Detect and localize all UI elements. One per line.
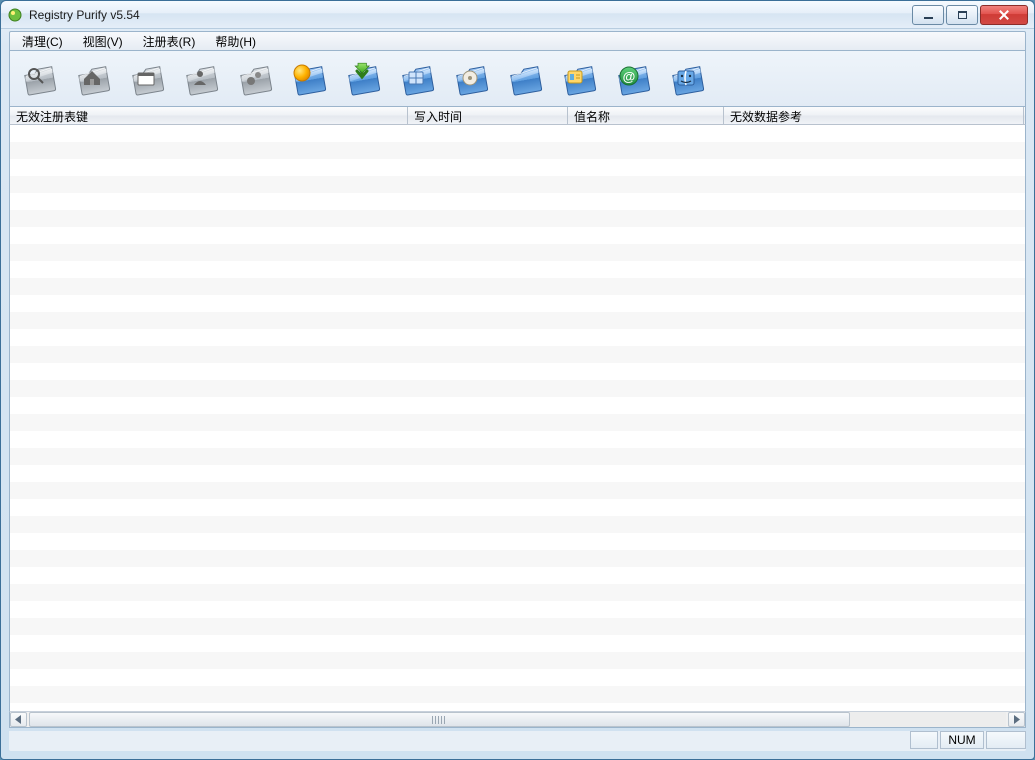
tool-new-icon[interactable] [288, 57, 332, 101]
table-row[interactable] [10, 618, 1025, 635]
table-row[interactable] [10, 227, 1025, 244]
menu-clean[interactable]: 清理(C) [12, 31, 73, 52]
table-row[interactable] [10, 601, 1025, 618]
result-list[interactable] [9, 125, 1026, 711]
scroll-track[interactable] [29, 712, 1006, 727]
column-header-invalid_key[interactable]: 无效注册表键 [10, 107, 408, 124]
window-title: Registry Purify v5.54 [29, 8, 140, 22]
tool-user-icon[interactable] [180, 57, 224, 101]
menu-help[interactable]: 帮助(H) [205, 31, 266, 52]
table-row[interactable] [10, 431, 1025, 448]
svg-text:@: @ [623, 69, 636, 84]
tool-scan-icon[interactable] [18, 57, 62, 101]
app-icon [7, 7, 23, 23]
status-bar: NUM [9, 731, 1026, 751]
window-close-button[interactable] [980, 5, 1028, 25]
table-row[interactable] [10, 686, 1025, 703]
table-row[interactable] [10, 652, 1025, 669]
column-header-write_time[interactable]: 写入时间 [408, 107, 568, 124]
table-row[interactable] [10, 635, 1025, 652]
table-row[interactable] [10, 397, 1025, 414]
window-maximize-button[interactable] [946, 5, 978, 25]
tool-email-icon[interactable]: @ [612, 57, 656, 101]
table-row[interactable] [10, 533, 1025, 550]
column-header-value_name[interactable]: 值名称 [568, 107, 724, 124]
scroll-right-button[interactable] [1008, 712, 1025, 727]
status-pane-empty [910, 731, 938, 749]
menu-view[interactable]: 视图(V) [73, 31, 133, 52]
column-header-invalid_ref[interactable]: 无效数据参考 [724, 107, 1024, 124]
table-row[interactable] [10, 346, 1025, 363]
window-minimize-button[interactable] [912, 5, 944, 25]
table-row[interactable] [10, 448, 1025, 465]
table-row[interactable] [10, 499, 1025, 516]
app-window: Registry Purify v5.54 清理(C) 视图(V) 注册表(R)… [0, 0, 1035, 760]
table-row[interactable] [10, 465, 1025, 482]
table-row[interactable] [10, 295, 1025, 312]
table-row[interactable] [10, 261, 1025, 278]
table-row[interactable] [10, 414, 1025, 431]
table-row[interactable] [10, 669, 1025, 686]
table-row[interactable] [10, 584, 1025, 601]
column-header: 无效注册表键写入时间值名称无效数据参考 [9, 107, 1026, 125]
scroll-left-button[interactable] [10, 712, 27, 727]
menu-bar: 清理(C) 视图(V) 注册表(R) 帮助(H) [9, 31, 1026, 51]
tool-folder-icon[interactable] [504, 57, 548, 101]
tool-window-icon[interactable] [396, 57, 440, 101]
table-row[interactable] [10, 278, 1025, 295]
table-row[interactable] [10, 125, 1025, 142]
table-row[interactable] [10, 516, 1025, 533]
table-row[interactable] [10, 193, 1025, 210]
tool-home-icon[interactable] [72, 57, 116, 101]
table-row[interactable] [10, 550, 1025, 567]
scroll-thumb[interactable] [29, 712, 850, 727]
horizontal-scrollbar[interactable] [9, 711, 1026, 728]
table-row[interactable] [10, 380, 1025, 397]
status-pane-grip [986, 731, 1026, 749]
table-row[interactable] [10, 567, 1025, 584]
table-row[interactable] [10, 244, 1025, 261]
table-row[interactable] [10, 159, 1025, 176]
table-row[interactable] [10, 482, 1025, 499]
table-row[interactable] [10, 210, 1025, 227]
tool-settings-icon[interactable] [234, 57, 278, 101]
toolbar: @ [9, 51, 1026, 107]
tool-finder-icon[interactable] [666, 57, 710, 101]
tool-disc-icon[interactable] [450, 57, 494, 101]
status-pane-num: NUM [940, 731, 984, 749]
tool-contacts-icon[interactable] [558, 57, 602, 101]
tool-import-icon[interactable] [342, 57, 386, 101]
tool-program-icon[interactable] [126, 57, 170, 101]
table-row[interactable] [10, 312, 1025, 329]
menu-registry[interactable]: 注册表(R) [133, 31, 206, 52]
table-row[interactable] [10, 142, 1025, 159]
table-row[interactable] [10, 329, 1025, 346]
table-row[interactable] [10, 176, 1025, 193]
table-row[interactable] [10, 363, 1025, 380]
title-bar[interactable]: Registry Purify v5.54 [1, 1, 1034, 29]
